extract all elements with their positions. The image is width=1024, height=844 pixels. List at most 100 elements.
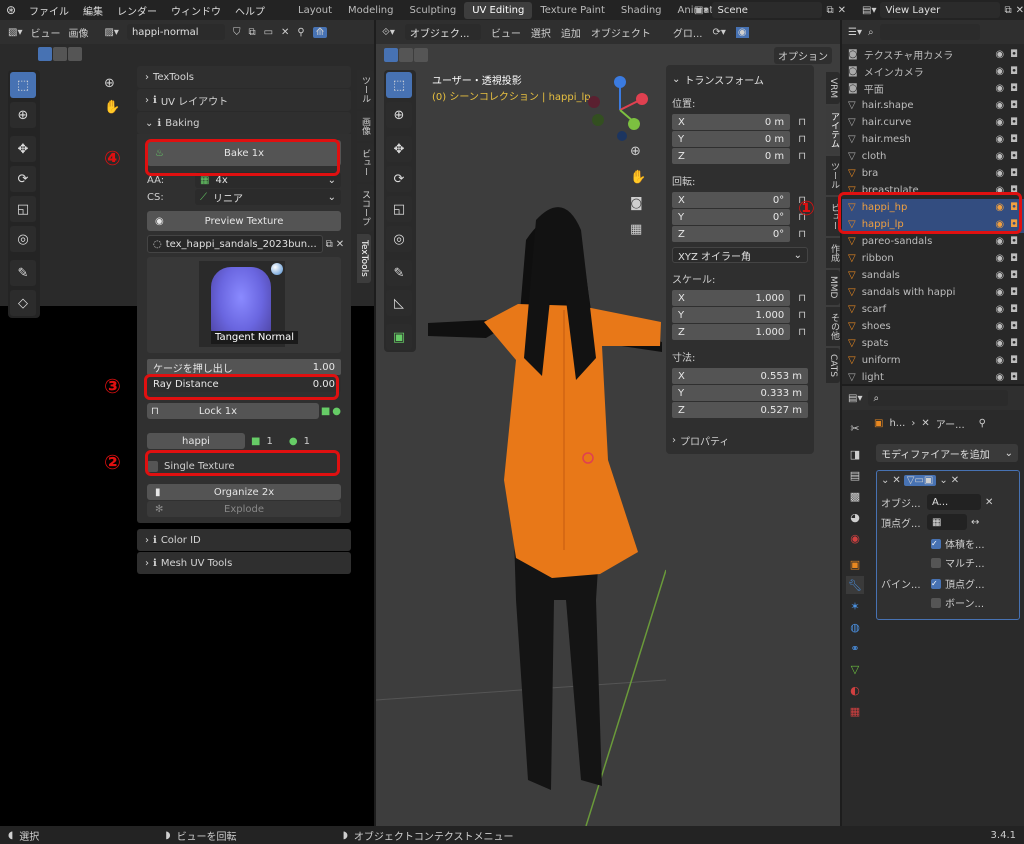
outliner-item[interactable]: ▽ sandals ◉ ◘: [842, 267, 1024, 284]
vtab-tool[interactable]: ツール: [357, 70, 374, 109]
outliner-item[interactable]: ▽ sandals with happi ◉ ◘: [842, 284, 1024, 301]
lock-icon[interactable]: ⊓: [798, 229, 806, 240]
eye-icon[interactable]: ◉: [995, 270, 1004, 281]
vtab-item[interactable]: アイテム: [826, 106, 840, 155]
properties-search[interactable]: ⌕: [868, 390, 1009, 406]
multi-modifier-checkbox[interactable]: [931, 557, 941, 568]
physics-tab-icon[interactable]: ◍: [846, 618, 864, 636]
render-camera-icon[interactable]: ◘: [1010, 321, 1018, 332]
scene-selector[interactable]: ▣▾ Scene ⧉ ✕: [694, 2, 846, 18]
panel-textools[interactable]: › TexTools: [137, 66, 351, 88]
menu-render[interactable]: レンダー: [110, 3, 164, 18]
panel-baking[interactable]: ⌄ ℹ Baking: [137, 112, 351, 134]
options-dropdown[interactable]: オプション: [774, 47, 832, 64]
outliner-item[interactable]: ◙ テクスチャ用カメラ ◉ ◘: [842, 46, 1024, 63]
blender-logo-icon[interactable]: ⊛: [0, 3, 22, 17]
eye-icon[interactable]: ◉: [995, 287, 1004, 298]
render-camera-icon[interactable]: ◘: [1010, 83, 1018, 94]
pan-hand-icon[interactable]: ✋: [104, 100, 120, 115]
panel-color-id[interactable]: › ℹ Color ID: [137, 529, 351, 551]
texture-tab-icon[interactable]: ▦: [846, 702, 864, 720]
particles-tab-icon[interactable]: ✶: [846, 597, 864, 615]
close-icon[interactable]: ✕: [336, 239, 344, 250]
copy-icon[interactable]: ⧉: [326, 239, 333, 250]
tab-modeling[interactable]: Modeling: [340, 2, 402, 19]
menu-file[interactable]: ファイル: [22, 3, 76, 18]
editor-type-icon[interactable]: ⟐▾: [382, 27, 395, 38]
mode-dropdown[interactable]: オブジェク...: [404, 24, 481, 40]
image-name-field[interactable]: happi-normal: [126, 24, 225, 40]
outliner-item[interactable]: ▽ shoes ◉ ◘: [842, 318, 1024, 335]
rotation-z-field[interactable]: Z 0°: [672, 226, 791, 242]
panel-mesh-uv-tools[interactable]: › ℹ Mesh UV Tools: [137, 552, 351, 574]
modifier-toggles[interactable]: ▽▭▣: [903, 475, 937, 486]
editor-type-icon[interactable]: ▧▾: [8, 27, 22, 38]
cage-extrusion-field[interactable]: ケージを押し出し 1.00: [147, 359, 341, 375]
tab-layout[interactable]: Layout: [290, 2, 340, 19]
object-field[interactable]: A...: [927, 494, 981, 510]
location-x-field[interactable]: X0 m: [672, 114, 791, 130]
render-camera-icon[interactable]: ◘: [1010, 151, 1018, 162]
vtab-cats[interactable]: CATS: [826, 347, 840, 383]
dims-x-field[interactable]: X 0.553 m: [672, 368, 808, 384]
select-mode-extend-icon[interactable]: [53, 47, 67, 61]
world-tab-icon[interactable]: ◉: [846, 529, 864, 547]
editor-type-icon[interactable]: ▤▾: [848, 393, 862, 404]
view-layer-tab-icon[interactable]: ▩: [846, 487, 864, 505]
outliner-item[interactable]: ▽ bra ◉ ◘: [842, 165, 1024, 182]
eye-icon[interactable]: ◉: [995, 304, 1004, 315]
vtab-textools[interactable]: TexTools: [357, 234, 371, 283]
select-mode-new-icon[interactable]: [384, 48, 398, 62]
3d-viewport[interactable]: ⟐▾ オブジェク... ビュー 選択 追加 オブジェクト グロ... ⟳▾ ◉ …: [376, 20, 840, 826]
view-layer-selector[interactable]: ▤▾ View Layer ⧉ ✕: [862, 2, 1024, 18]
transform-tool-icon[interactable]: ◎: [10, 226, 36, 252]
outliner-item[interactable]: ◙ 平面 ◉ ◘: [842, 80, 1024, 97]
shield-icon[interactable]: ⛉: [233, 27, 241, 38]
vtab-vrm[interactable]: VRM: [826, 72, 840, 105]
organize-button[interactable]: ▮ Organize 2x: [147, 484, 341, 500]
eye-icon[interactable]: ◉: [995, 321, 1004, 332]
select-box-tool-icon[interactable]: ⬚: [386, 72, 412, 98]
editor-type-icon[interactable]: ☰▾: [848, 27, 862, 38]
outliner-search[interactable]: [879, 24, 980, 40]
menu-view[interactable]: ビュー: [30, 25, 60, 40]
transform-orientation[interactable]: グロ...: [673, 25, 703, 40]
menu-help[interactable]: ヘルプ: [228, 3, 272, 18]
outliner-item[interactable]: ▽ ribbon ◉ ◘: [842, 250, 1024, 267]
lock-icon[interactable]: ⊓: [798, 134, 806, 145]
render-camera-icon[interactable]: ◘: [1010, 355, 1018, 366]
render-camera-icon[interactable]: ◘: [1010, 49, 1018, 60]
eye-icon[interactable]: ◉: [995, 117, 1004, 128]
material-tab-icon[interactable]: ◐: [846, 681, 864, 699]
menu-view[interactable]: ビュー: [491, 25, 521, 40]
scene-field[interactable]: Scene: [712, 2, 823, 18]
render-camera-icon[interactable]: ◘: [1010, 372, 1018, 383]
preserve-volume-checkbox[interactable]: ✓: [931, 538, 941, 549]
eye-icon[interactable]: ◉: [995, 151, 1004, 162]
lock-icon[interactable]: ⊓: [798, 151, 806, 162]
properties-subpanel[interactable]: › プロパティ: [672, 433, 808, 448]
close-icon[interactable]: ✕: [985, 497, 993, 508]
eye-icon[interactable]: ◉: [995, 100, 1004, 111]
location-z-field[interactable]: Z0 m: [672, 148, 791, 164]
swap-icon[interactable]: ↔: [971, 517, 979, 528]
move-tool-icon[interactable]: ✥: [386, 136, 412, 162]
output-tab-icon[interactable]: ▤: [846, 466, 864, 484]
tab-sculpting[interactable]: Sculpting: [402, 2, 465, 19]
select-box-tool-icon[interactable]: ⬚: [10, 72, 36, 98]
outliner-item[interactable]: ▽ hair.curve ◉ ◘: [842, 114, 1024, 131]
close-icon[interactable]: ✕: [1016, 5, 1024, 16]
annotate-tool-icon[interactable]: ✎: [10, 260, 36, 286]
folder-icon[interactable]: ▭: [264, 27, 273, 38]
tab-uv-editing[interactable]: UV Editing: [464, 1, 533, 19]
outliner-item[interactable]: ◙ メインカメラ ◉ ◘: [842, 63, 1024, 80]
close-icon[interactable]: ✕: [951, 475, 959, 486]
menu-object[interactable]: オブジェクト: [591, 25, 651, 40]
eye-icon[interactable]: ◉: [995, 168, 1004, 179]
vtab-view[interactable]: ビュー: [357, 143, 374, 182]
render-camera-icon[interactable]: ◘: [1010, 338, 1018, 349]
outliner-item[interactable]: ▽ cloth ◉ ◘: [842, 148, 1024, 165]
pin-icon[interactable]: ⚲: [297, 27, 304, 38]
tab-shading[interactable]: Shading: [613, 2, 670, 19]
texture-selector[interactable]: ◌ tex_happi_sandals_2023bun...: [147, 235, 323, 253]
